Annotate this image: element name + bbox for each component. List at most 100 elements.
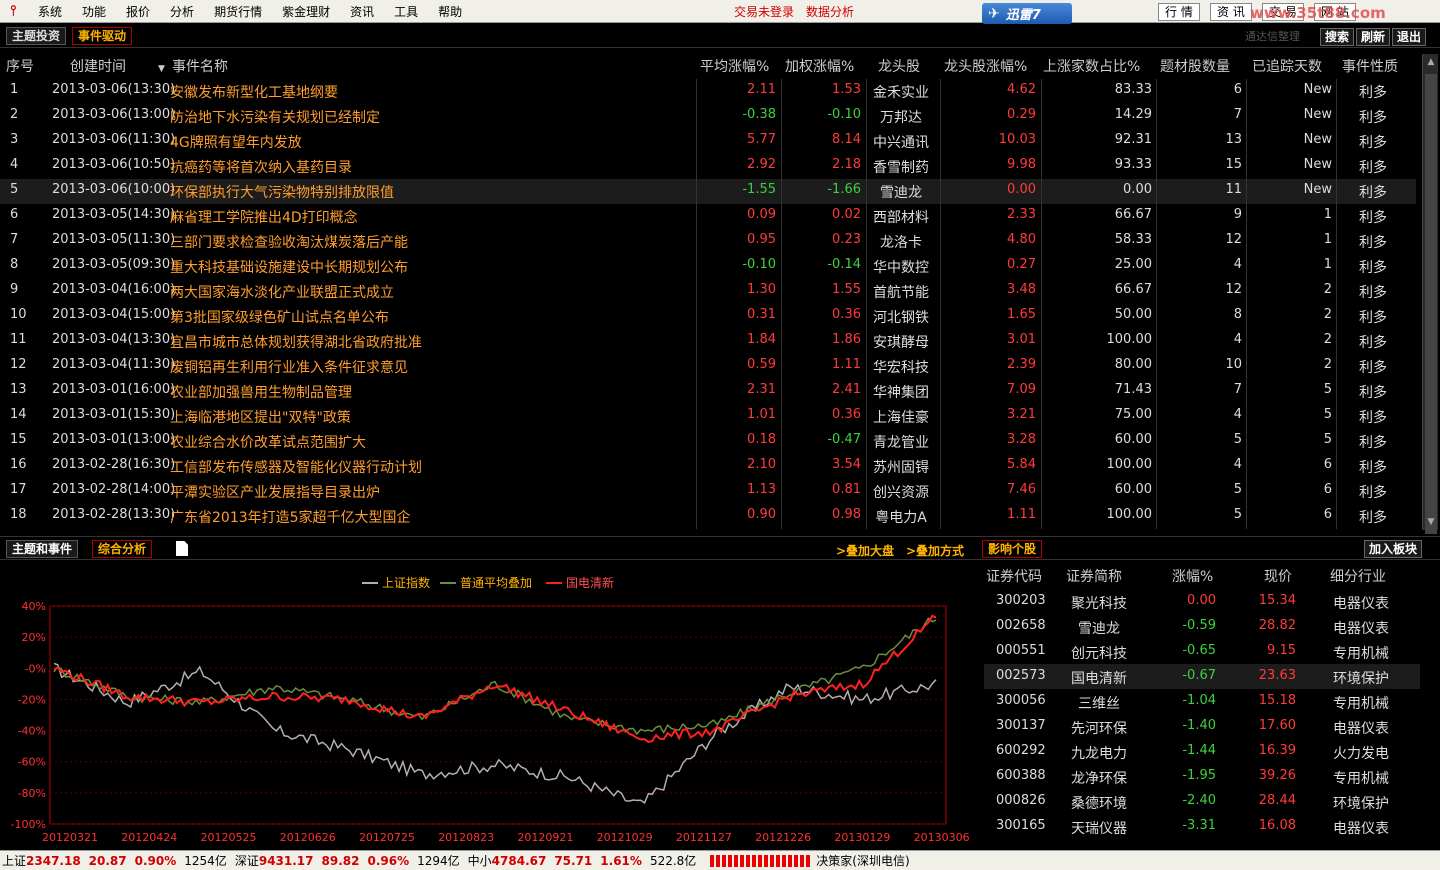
col-index[interactable]: 序号 bbox=[6, 56, 34, 76]
refresh-button[interactable]: 刷新 bbox=[1356, 28, 1391, 46]
leader-stock[interactable]: 西部材料 bbox=[868, 207, 934, 227]
tab-market[interactable]: 行 情 bbox=[1158, 3, 1200, 21]
overlay-market-link[interactable]: >叠加大盘 bbox=[836, 542, 894, 559]
stock-row[interactable]: 002658 雪迪龙 -0.59 28.82 电器仪表 bbox=[984, 614, 1420, 639]
col-up-ratio[interactable]: 上涨家数占比% bbox=[1043, 56, 1140, 76]
leader-stock[interactable]: 青龙管业 bbox=[868, 432, 934, 452]
table-row[interactable]: 17 2013-02-28(14:00) 平潭实验区产业发展指导目录出炉 1.13 0.… bbox=[0, 479, 1416, 504]
stock-row[interactable]: 300137 先河环保 -1.40 17.60 电器仪表 bbox=[984, 714, 1420, 739]
event-name[interactable]: 重大科技基础设施建设中长期规划公布 bbox=[170, 257, 408, 277]
stock-row[interactable]: 300056 三维丝 -1.04 15.18 专用机械 bbox=[984, 689, 1420, 714]
impact-stocks-tab[interactable]: 影响个股 bbox=[982, 540, 1043, 558]
table-row[interactable]: 16 2013-02-28(16:30) 工信部发布传感器及智能化仪器行动计划 2.1… bbox=[0, 454, 1416, 479]
leader-stock[interactable]: 安琪酵母 bbox=[868, 332, 934, 352]
col-created-time[interactable]: 创建时间 bbox=[70, 56, 126, 76]
add-block-button[interactable]: 加入板块 bbox=[1364, 540, 1423, 558]
leader-stock[interactable]: 中兴通讯 bbox=[868, 132, 934, 152]
menu-help[interactable]: 帮助 bbox=[428, 3, 472, 20]
events-scrollbar[interactable]: ▲ ▼ bbox=[1422, 54, 1438, 534]
table-row[interactable]: 10 2013-03-04(15:00) 第3批国家级绿色矿山试点名单公布 0.31 0… bbox=[0, 304, 1416, 329]
menu-tools[interactable]: 工具 bbox=[384, 3, 428, 20]
table-row[interactable]: 2 2013-03-06(13:00) 防治地下水污染有关规划已经制定 -0.38 -0… bbox=[0, 104, 1416, 129]
stock-row[interactable]: 300165 天瑞仪器 -3.31 16.08 电器仪表 bbox=[984, 814, 1420, 839]
table-row[interactable]: 18 2013-02-28(13:30) 广东省2013年打造5家超千亿大型国企 0.… bbox=[0, 504, 1416, 529]
table-row[interactable]: 8 2013-03-05(09:30) 重大科技基础设施建设中长期规划公布 -0.10… bbox=[0, 254, 1416, 279]
stock-row[interactable]: 002573 国电清新 -0.67 23.63 环境保护 bbox=[984, 664, 1420, 689]
event-name[interactable]: 宜昌市城市总体规划获得湖北省政府批准 bbox=[170, 332, 422, 352]
col-leader-chg[interactable]: 龙头股涨幅% bbox=[944, 56, 1027, 76]
tab-info[interactable]: 资 讯 bbox=[1210, 3, 1252, 21]
menu-futures[interactable]: 期货行情 bbox=[204, 3, 272, 20]
event-name[interactable]: 环保部执行大气污染物特别排放限值 bbox=[170, 182, 394, 202]
leader-stock[interactable]: 苏州固锝 bbox=[868, 457, 934, 477]
event-name[interactable]: 第3批国家级绿色矿山试点名单公布 bbox=[170, 307, 389, 327]
col-stock-chg[interactable]: 涨幅% bbox=[1172, 566, 1213, 586]
menu-news[interactable]: 资讯 bbox=[340, 3, 384, 20]
table-row[interactable]: 12 2013-03-04(11:30) 废铜铝再生利用行业准入条件征求意见 0.59… bbox=[0, 354, 1416, 379]
stock-row[interactable]: 000826 桑德环境 -2.40 28.44 环境保护 bbox=[984, 789, 1420, 814]
event-name[interactable]: 三部门要求检查验收淘汰煤炭落后产能 bbox=[170, 232, 408, 252]
tab-comprehensive-analysis[interactable]: 综合分析 bbox=[92, 540, 153, 558]
menu-system[interactable]: 系统 bbox=[28, 3, 72, 20]
col-tracked-days[interactable]: 已追踪天数 bbox=[1252, 56, 1322, 76]
col-stock-price[interactable]: 现价 bbox=[1264, 566, 1292, 586]
trade-login-link[interactable]: 交易未登录 bbox=[734, 3, 794, 20]
menu-finance[interactable]: 紫金理财 bbox=[272, 3, 340, 20]
tab-theme-event[interactable]: 主题和事件 bbox=[6, 540, 79, 558]
leader-stock[interactable]: 上海佳豪 bbox=[868, 407, 934, 427]
event-name[interactable]: 4G牌照有望年内发放 bbox=[170, 132, 302, 152]
leader-stock[interactable]: 香雪制药 bbox=[868, 157, 934, 177]
col-stock-count[interactable]: 题材股数量 bbox=[1160, 56, 1230, 76]
sz-label[interactable]: 深证 bbox=[235, 852, 259, 869]
tab-event-driven[interactable]: 事件驱动 bbox=[72, 27, 133, 45]
leader-stock[interactable]: 华中数控 bbox=[868, 257, 934, 277]
stock-row[interactable]: 000551 创元科技 -0.65 9.15 专用机械 bbox=[984, 639, 1420, 664]
table-row[interactable]: 11 2013-03-04(13:30) 宜昌市城市总体规划获得湖北省政府批准 1.8… bbox=[0, 329, 1416, 354]
col-stock-industry[interactable]: 细分行业 bbox=[1330, 566, 1386, 586]
event-name[interactable]: 两大国家海水淡化产业联盟正式成立 bbox=[170, 282, 394, 302]
event-name[interactable]: 抗癌药等将首次纳入基药目录 bbox=[170, 157, 352, 177]
event-name[interactable]: 安徽发布新型化工基地纲要 bbox=[170, 82, 338, 102]
zx-label[interactable]: 中小 bbox=[468, 852, 492, 869]
table-row[interactable]: 9 2013-03-04(16:00) 两大国家海水淡化产业联盟正式成立 1.30 1.… bbox=[0, 279, 1416, 304]
table-row[interactable]: 15 2013-03-01(13:00) 农业综合水价改革试点范围扩大 0.18 -0.… bbox=[0, 429, 1416, 454]
document-icon[interactable] bbox=[176, 541, 188, 556]
leader-stock[interactable]: 河北钢铁 bbox=[868, 307, 934, 327]
stock-row[interactable]: 600388 龙净环保 -1.95 39.26 专用机械 bbox=[984, 764, 1420, 789]
leader-stock[interactable]: 龙洛卡 bbox=[868, 232, 934, 252]
table-row[interactable]: 7 2013-03-05(11:30) 三部门要求检查验收淘汰煤炭落后产能 0.95 0… bbox=[0, 229, 1416, 254]
col-avg-chg[interactable]: 平均涨幅% bbox=[700, 56, 769, 76]
menu-function[interactable]: 功能 bbox=[72, 3, 116, 20]
col-leader[interactable]: 龙头股 bbox=[878, 56, 920, 76]
event-name[interactable]: 麻省理工学院推出4D打印概念 bbox=[170, 207, 358, 227]
table-row[interactable]: 4 2013-03-06(10:50) 抗癌药等将首次纳入基药目录 2.92 2.18 香… bbox=[0, 154, 1416, 179]
overlay-mode-link[interactable]: >叠加方式 bbox=[906, 542, 964, 559]
stock-row[interactable]: 600292 九龙电力 -1.44 16.39 火力发电 bbox=[984, 739, 1420, 764]
event-name[interactable]: 上海临港地区提出"双特"政策 bbox=[170, 407, 351, 427]
search-button[interactable]: 搜索 bbox=[1320, 28, 1355, 46]
scroll-down-icon[interactable]: ▼ bbox=[1425, 516, 1437, 528]
event-name[interactable]: 农业综合水价改革试点范围扩大 bbox=[170, 432, 366, 452]
col-weighted-chg[interactable]: 加权涨幅% bbox=[785, 56, 854, 76]
leader-stock[interactable]: 华宏科技 bbox=[868, 357, 934, 377]
event-name[interactable]: 农业部加强兽用生物制品管理 bbox=[170, 382, 352, 402]
exit-button[interactable]: 退出 bbox=[1392, 28, 1427, 46]
table-row[interactable]: 5 2013-03-06(10:00) 环保部执行大气污染物特别排放限值 -1.55 -… bbox=[0, 179, 1416, 204]
col-event-nature[interactable]: 事件性质 bbox=[1342, 56, 1398, 76]
col-event-name[interactable]: 事件名称 bbox=[172, 56, 228, 76]
col-stock-name[interactable]: 证券简称 bbox=[1066, 566, 1122, 586]
xunlei-button[interactable]: ✈ 迅雷7 bbox=[982, 3, 1072, 24]
event-name[interactable]: 平潭实验区产业发展指导目录出炉 bbox=[170, 482, 380, 502]
table-row[interactable]: 1 2013-03-06(13:30) 安徽发布新型化工基地纲要 2.11 1.53 金禾… bbox=[0, 79, 1416, 104]
leader-stock[interactable]: 粤电力A bbox=[868, 507, 934, 527]
col-stock-code[interactable]: 证券代码 bbox=[986, 566, 1042, 586]
table-row[interactable]: 14 2013-03-01(15:30) 上海临港地区提出"双特"政策 1.01 0.3… bbox=[0, 404, 1416, 429]
scroll-up-icon[interactable]: ▲ bbox=[1425, 56, 1437, 68]
stock-row[interactable]: 300203 聚光科技 0.00 15.34 电器仪表 bbox=[984, 589, 1420, 614]
tab-theme-invest[interactable]: 主题投资 bbox=[6, 27, 67, 45]
sh-label[interactable]: 上证 bbox=[2, 852, 26, 869]
leader-stock[interactable]: 金禾实业 bbox=[868, 82, 934, 102]
event-name[interactable]: 废铜铝再生利用行业准入条件征求意见 bbox=[170, 357, 408, 377]
leader-stock[interactable]: 华神集团 bbox=[868, 382, 934, 402]
event-name[interactable]: 工信部发布传感器及智能化仪器行动计划 bbox=[170, 457, 422, 477]
